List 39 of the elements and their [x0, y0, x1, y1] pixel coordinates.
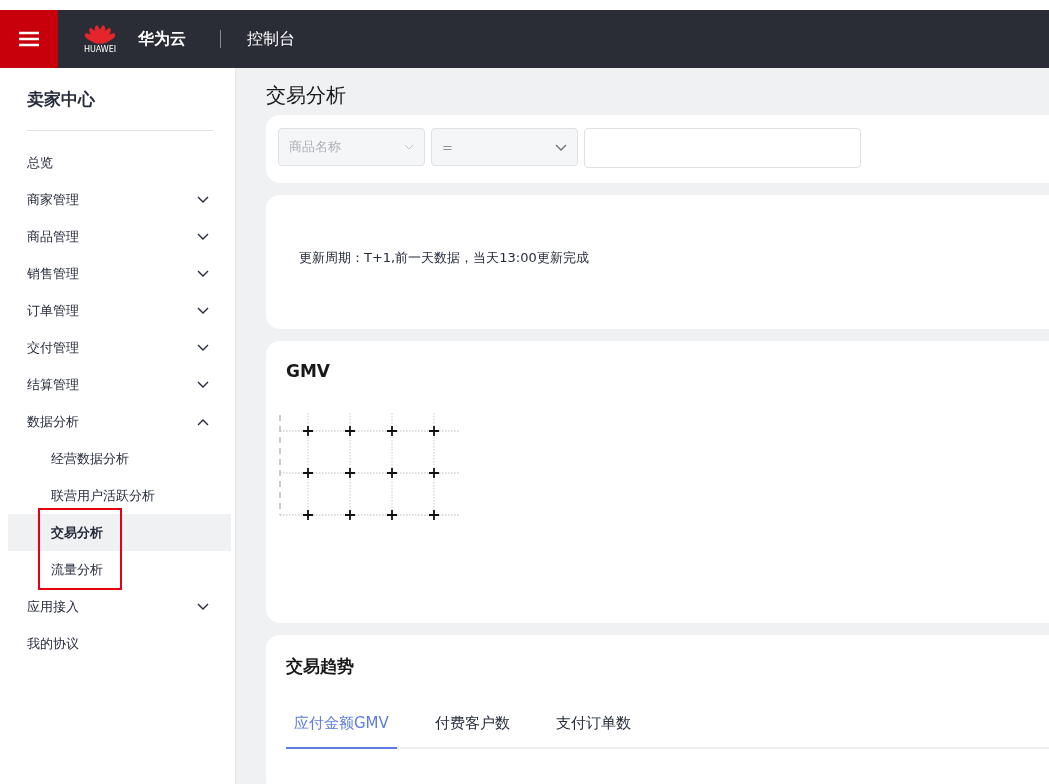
sidebar-item[interactable]: 我的协议: [8, 625, 231, 662]
petal-logo-icon: [85, 24, 115, 45]
sidebar-subitem[interactable]: 经营数据分析: [8, 440, 231, 477]
sidebar-item[interactable]: 应用接入: [8, 588, 231, 625]
chevron-down-icon: [197, 343, 209, 352]
chevron-down-icon: [404, 144, 414, 150]
trend-tab[interactable]: 应付金额GMV: [286, 714, 397, 749]
menu-icon: [19, 31, 39, 47]
sidebar-subitem[interactable]: 交易分析: [8, 514, 231, 551]
chevron-down-icon: [197, 602, 209, 611]
sidebar-subitem[interactable]: 联营用户活跃分析: [8, 477, 231, 514]
chevron-down-icon: [197, 306, 209, 315]
page-title: 交易分析: [266, 82, 347, 109]
sidebar-item[interactable]: 商家管理: [8, 181, 231, 218]
chevron-down-icon: [555, 143, 567, 151]
sidebar-title: 卖家中心: [27, 88, 96, 111]
menu-button[interactable]: [0, 10, 58, 68]
chevron-down-icon: [197, 232, 209, 241]
logo-text: HUAWEI: [83, 44, 117, 54]
chevron-up-icon: [197, 417, 209, 426]
sidebar-item[interactable]: 结算管理: [8, 366, 231, 403]
sidebar-item[interactable]: 总览: [8, 144, 231, 181]
console-link[interactable]: 控制台: [247, 28, 295, 50]
sidebar-item[interactable]: 销售管理: [8, 255, 231, 292]
sidebar-item[interactable]: 商品管理: [8, 218, 231, 255]
chevron-down-icon: [197, 269, 209, 278]
chevron-down-icon: [197, 195, 209, 204]
trend-tab[interactable]: 支付订单数: [547, 714, 639, 749]
card-title: GMV: [285, 360, 332, 381]
sidebar-item[interactable]: 数据分析: [8, 403, 231, 440]
chevron-down-icon: [197, 380, 209, 389]
sidebar-subitem[interactable]: 流量分析: [8, 551, 231, 588]
card-title: 交易趋势: [285, 655, 355, 678]
value-input[interactable]: [584, 128, 861, 168]
update-note: 更新周期：T+1,前一天数据，当天13:00更新完成: [298, 249, 590, 267]
brand-name: 华为云: [138, 28, 186, 50]
sidebar-item[interactable]: 订单管理: [8, 292, 231, 329]
sidebar-item[interactable]: 交付管理: [8, 329, 231, 366]
trend-tab[interactable]: 付费客户数: [426, 714, 518, 749]
